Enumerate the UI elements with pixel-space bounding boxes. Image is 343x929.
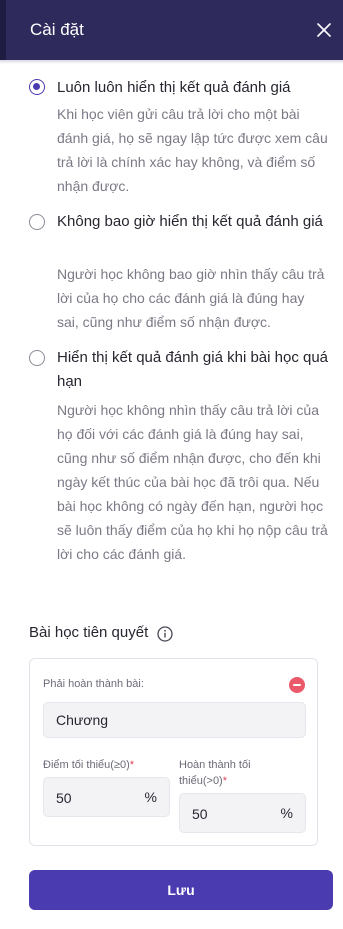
header-accent-bar [0, 0, 6, 60]
settings-header: Cài đặt [0, 0, 343, 60]
save-button[interactable]: Lưu [29, 870, 333, 910]
radio-overdue[interactable] [29, 350, 45, 366]
min-score-value: 50 [56, 790, 72, 806]
min-completion-value: 50 [192, 806, 208, 822]
lesson-select[interactable]: Chương [43, 702, 306, 738]
min-score-input[interactable]: 50 % [43, 777, 170, 817]
option-label: Không bao giờ hiển thị kết quả đánh giá [57, 213, 323, 230]
required-mark: * [222, 775, 228, 787]
info-icon-glyph [157, 626, 173, 642]
header-shadow [0, 60, 343, 64]
info-icon[interactable] [157, 626, 173, 642]
prerequisite-card: Phải hoàn thành bài: Chương Điểm tối thi… [29, 658, 318, 846]
min-completion-input[interactable]: 50 % [179, 793, 306, 833]
min-score-label-text: Điểm tối thiểu(≥0) [43, 759, 130, 771]
option-description: Khi học viên gửi câu trả lời cho một bài… [57, 106, 328, 194]
percent-unit: % [280, 805, 293, 821]
must-complete-label: Phải hoàn thành bài: [43, 678, 144, 690]
radio-always[interactable] [29, 79, 45, 95]
remove-prerequisite-button[interactable] [289, 677, 305, 693]
min-completion-label-text: Hoàn thành tối thiểu(>0) [179, 759, 251, 787]
panel-title: Cài đặt [30, 20, 84, 39]
option-label: Luôn luôn hiển thị kết quả đánh giá [57, 79, 291, 96]
radio-never[interactable] [29, 214, 45, 230]
min-completion-label: Hoàn thành tối thiểu(>0)* [179, 757, 279, 789]
option-label: Hiển thị kết quả đánh giá khi bài học qu… [57, 349, 329, 390]
close-button[interactable] [312, 18, 336, 42]
min-score-label: Điểm tối thiểu(≥0)* [43, 757, 163, 773]
required-mark: * [129, 759, 135, 771]
prerequisite-title: Bài học tiên quyết [29, 624, 149, 641]
percent-unit: % [144, 789, 157, 805]
close-icon [317, 23, 331, 37]
option-description: Người học không nhìn thấy câu trả lời củ… [57, 402, 328, 562]
option-description: Người học không bao giờ nhìn thấy câu tr… [57, 266, 325, 330]
